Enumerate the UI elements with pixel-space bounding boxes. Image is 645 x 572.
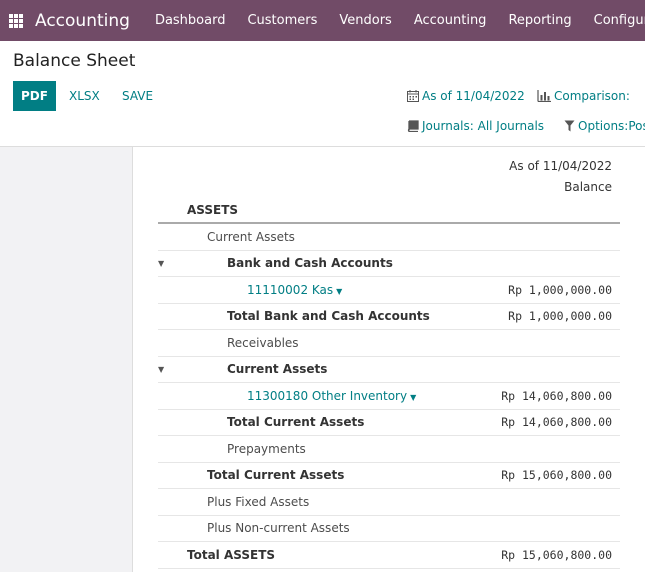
row-label: Total Current Assets (207, 468, 345, 483)
column-date-header: As of 11/04/2022 (509, 159, 612, 173)
pdf-button[interactable]: PDF (13, 81, 56, 111)
caret-down-icon[interactable]: ▼ (158, 259, 164, 268)
table-row: Total Bank and Cash Accounts Rp 1,000,00… (158, 304, 620, 330)
table-row: Plus Fixed Assets (158, 489, 620, 516)
row-value: Rp 15,060,800.00 (501, 468, 612, 483)
row-value: Rp 1,000,000.00 (508, 309, 612, 324)
table-row: 11300180 Other Inventory ▼ Rp 14,060,800.… (158, 383, 620, 410)
book-icon (407, 120, 419, 132)
date-filter[interactable]: As of 11/04/2022 (407, 89, 525, 103)
page-title: Balance Sheet (13, 51, 136, 71)
account-link[interactable]: 11110002 Kas ▼ (247, 283, 342, 297)
row-value: Rp 14,060,800.00 (501, 415, 612, 430)
row-value: Rp 1,000,000.00 (508, 282, 612, 297)
table-row: 11110002 Kas ▼ Rp 1,000,000.00 (158, 277, 620, 304)
row-label: Plus Fixed Assets (207, 494, 310, 509)
row-label: Receivables (227, 335, 299, 350)
filter-icon (564, 120, 575, 132)
options-filter-label: Options:Pos (578, 119, 645, 133)
table-row: Prepayments (158, 436, 620, 463)
table-row: Current Assets (158, 224, 620, 251)
menu-configuration[interactable]: Configuration (594, 13, 645, 28)
left-gutter (0, 147, 133, 572)
caret-down-icon[interactable]: ▼ (158, 365, 164, 374)
report-table: ASSETS Current Assets ▼ Bank and Cash Ac… (158, 198, 620, 569)
table-row: Total Current Assets Rp 14,060,800.00 (158, 410, 620, 436)
save-button[interactable]: SAVE (122, 81, 153, 111)
menu-customers[interactable]: Customers (247, 13, 317, 28)
table-row[interactable]: ▼ Current Assets (158, 357, 620, 383)
app-name[interactable]: Accounting (35, 11, 130, 31)
menu-accounting[interactable]: Accounting (414, 13, 487, 28)
row-label: Current Assets (227, 362, 328, 377)
row-label: Total Current Assets (227, 415, 365, 430)
column-balance-header: Balance (564, 180, 612, 194)
table-row: Receivables (158, 330, 620, 357)
apps-menu-icon[interactable] (9, 13, 23, 28)
table-row: Total Current Assets Rp 15,060,800.00 (158, 463, 620, 489)
xlsx-button[interactable]: XLSX (69, 81, 100, 111)
table-row[interactable]: ▼ Bank and Cash Accounts (158, 251, 620, 277)
journals-filter[interactable]: Journals: All Journals (407, 119, 544, 133)
row-label: Prepayments (227, 441, 306, 456)
row-label: ASSETS (187, 203, 239, 217)
options-filter[interactable]: Options:Pos (564, 119, 645, 133)
table-row: ASSETS (158, 198, 620, 224)
row-value: Rp 15,060,800.00 (501, 547, 612, 562)
top-navbar: Accounting Dashboard Customers Vendors A… (0, 0, 645, 41)
bar-chart-icon (537, 90, 551, 102)
date-filter-label: As of 11/04/2022 (422, 89, 525, 103)
row-label: Total Bank and Cash Accounts (227, 309, 430, 324)
menu-vendors[interactable]: Vendors (339, 13, 391, 28)
account-link[interactable]: 11300180 Other Inventory ▼ (247, 389, 416, 403)
calendar-icon (407, 90, 419, 102)
row-label: Total ASSETS (187, 547, 276, 562)
comparison-filter[interactable]: Comparison: (537, 89, 630, 103)
row-label: Plus Non-current Assets (207, 521, 350, 536)
menu-dashboard[interactable]: Dashboard (155, 13, 226, 28)
row-label: Bank and Cash Accounts (227, 256, 393, 271)
row-value: Rp 14,060,800.00 (501, 388, 612, 403)
table-row: Plus Non-current Assets (158, 516, 620, 542)
caret-down-icon[interactable]: ▼ (410, 393, 416, 402)
row-label: Current Assets (207, 229, 295, 244)
journals-filter-label: Journals: All Journals (422, 119, 545, 133)
caret-down-icon[interactable]: ▼ (336, 287, 342, 296)
table-row: Total ASSETS Rp 15,060,800.00 (158, 542, 620, 569)
menu-reporting[interactable]: Reporting (508, 13, 571, 28)
comparison-filter-label: Comparison: (554, 89, 630, 103)
